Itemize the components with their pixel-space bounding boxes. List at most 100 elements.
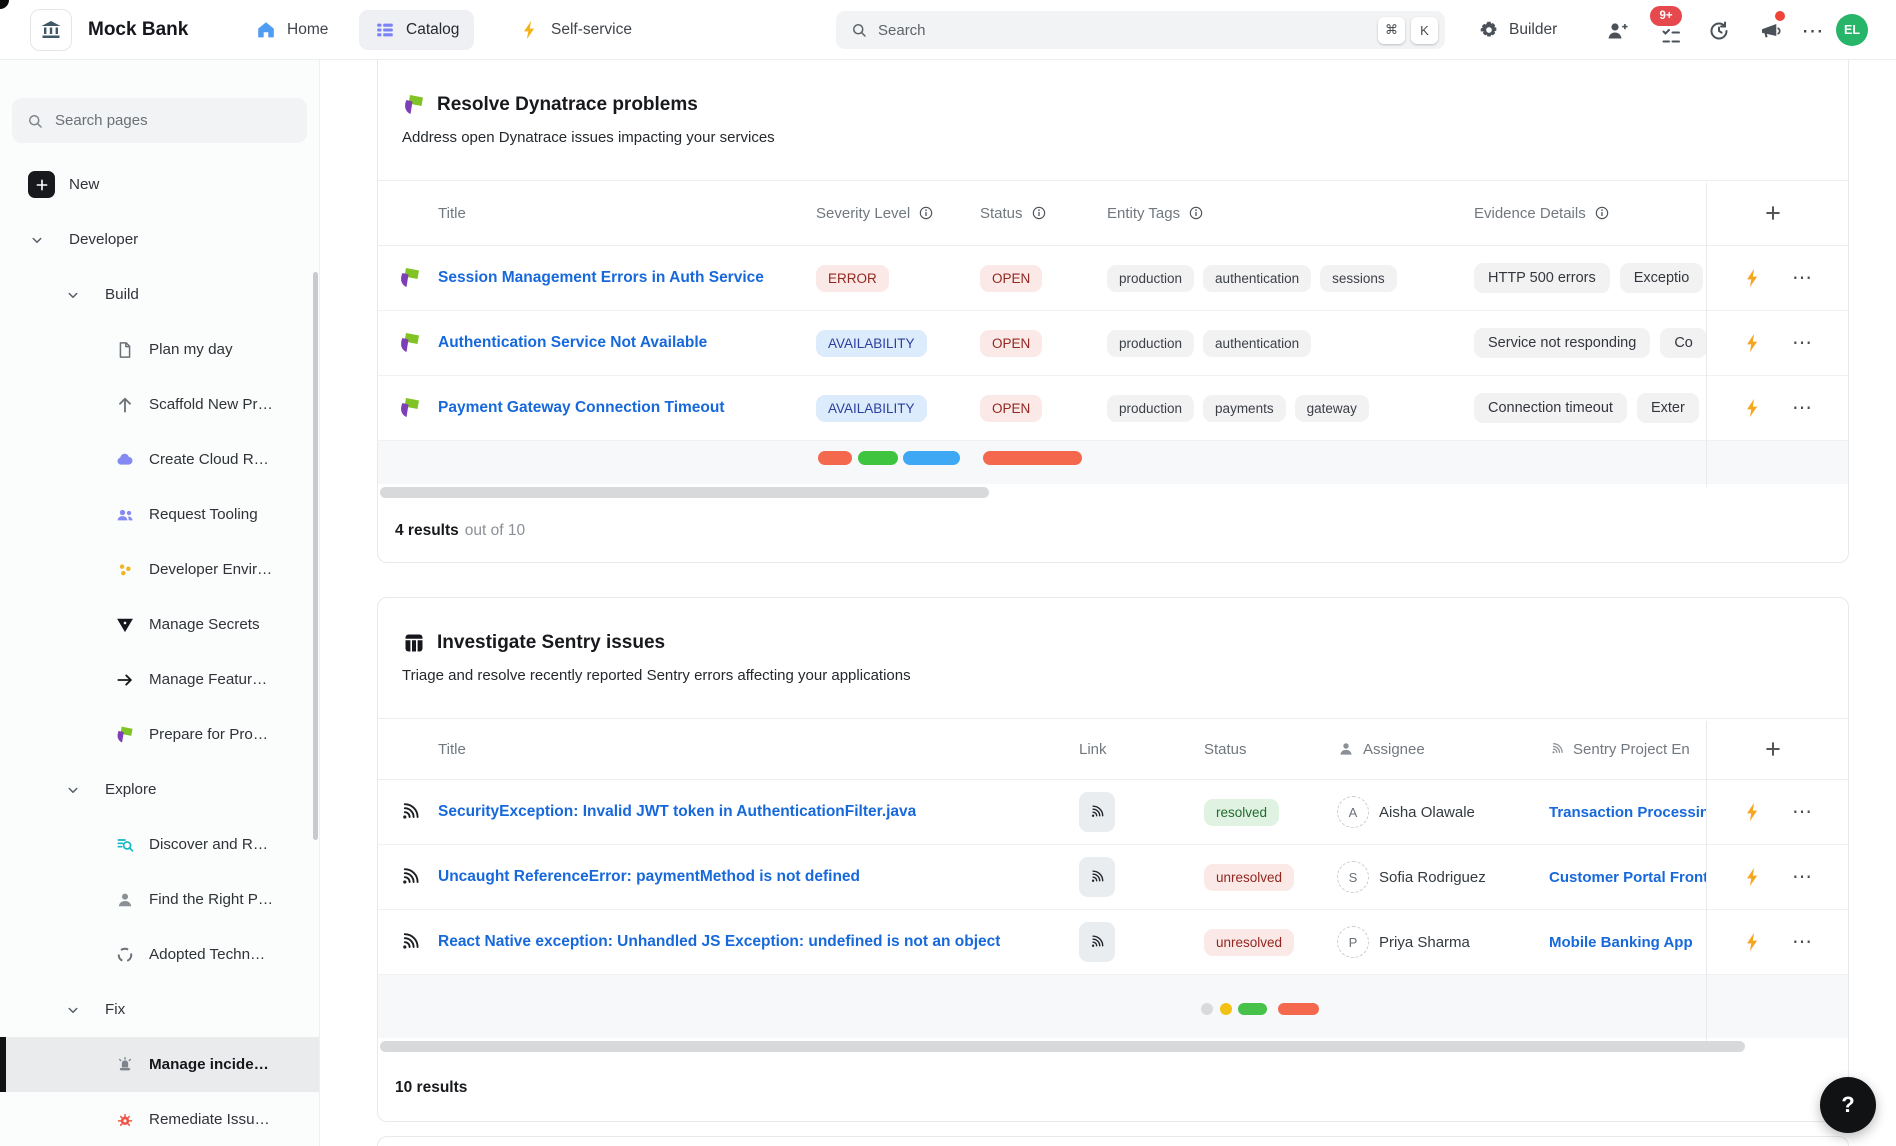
catalog-icon	[374, 19, 396, 41]
builder-button[interactable]: Builder	[1478, 14, 1557, 46]
col-link: Link	[1079, 741, 1107, 758]
sidebar-item-adopted-tech[interactable]: Adopted Techn…	[0, 927, 319, 982]
table-row[interactable]: Payment Gateway Connection Timeout AVAIL…	[378, 376, 1848, 441]
avatar[interactable]: EL	[1836, 14, 1868, 46]
col-title: Title	[438, 205, 466, 222]
add-column-button[interactable]	[1763, 739, 1783, 759]
run-action-icon[interactable]	[1742, 866, 1764, 888]
tab-home[interactable]: Home	[240, 10, 343, 50]
sidebar-group-explore[interactable]: Explore	[0, 762, 319, 817]
row-title-link[interactable]: Authentication Service Not Available	[438, 334, 707, 352]
sidebar-item-create-cloud[interactable]: Create Cloud R…	[0, 432, 319, 487]
run-action-icon[interactable]	[1742, 801, 1764, 823]
sidebar-new-button[interactable]: New	[0, 157, 319, 212]
entity-tag: production	[1107, 265, 1194, 292]
row-menu-button[interactable]: ⋯	[1792, 932, 1814, 952]
sidebar-group-build[interactable]: Build	[0, 267, 319, 322]
sidebar-item-developer-env[interactable]: Developer Envir…	[0, 542, 319, 597]
bug-icon	[115, 1110, 135, 1130]
row-title-link[interactable]: SecurityException: Invalid JWT token in …	[438, 803, 916, 821]
assignee-avatar: A	[1337, 796, 1369, 828]
row-title-link[interactable]: Session Management Errors in Auth Servic…	[438, 269, 764, 287]
partial-row-strip	[378, 975, 1848, 1038]
sidebar-search-input[interactable]	[55, 112, 293, 129]
sidebar-item-scaffold[interactable]: Scaffold New Pr…	[0, 377, 319, 432]
project-link[interactable]: Mobile Banking App	[1549, 934, 1693, 951]
table-row[interactable]: Uncaught ReferenceError: paymentMethod i…	[378, 845, 1848, 910]
sidebar-item-request-tooling[interactable]: Request Tooling	[0, 487, 319, 542]
search-icon	[26, 112, 44, 130]
sidebar-item-discover[interactable]: Discover and R…	[0, 817, 319, 872]
horizontal-scrollbar	[378, 1038, 1848, 1056]
col-assignee: Assignee	[1363, 741, 1425, 758]
brand-logo[interactable]	[30, 9, 72, 51]
row-title-link[interactable]: Uncaught ReferenceError: paymentMethod i…	[438, 868, 860, 886]
sentry-card-header: Investigate Sentry issues Triage and res…	[378, 598, 1848, 684]
sidebar-item-manage-secrets[interactable]: Manage Secrets	[0, 597, 319, 652]
sentry-link-button[interactable]	[1079, 857, 1115, 897]
row-title-link[interactable]: Payment Gateway Connection Timeout	[438, 399, 725, 417]
history-button[interactable]	[1706, 18, 1732, 44]
run-action-icon[interactable]	[1742, 397, 1764, 419]
tab-catalog[interactable]: Catalog	[359, 10, 474, 50]
tab-self-service[interactable]: Self-service	[504, 10, 647, 50]
sidebar-item-prepare-pro[interactable]: Prepare for Pro…	[0, 707, 319, 762]
checklist-icon	[1659, 25, 1683, 49]
run-action-icon[interactable]	[1742, 332, 1764, 354]
run-action-icon[interactable]	[1742, 931, 1764, 953]
sidebar-item-find-right[interactable]: Find the Right P…	[0, 872, 319, 927]
sentry-link-button[interactable]	[1079, 792, 1115, 832]
table-row[interactable]: SecurityException: Invalid JWT token in …	[378, 780, 1848, 845]
row-title-link[interactable]: React Native exception: Unhandled JS Exc…	[438, 933, 1000, 951]
sentry-icon	[398, 800, 422, 824]
sidebar-item-manage-incidents[interactable]: Manage incide…	[0, 1037, 319, 1092]
info-icon[interactable]	[918, 205, 934, 221]
sidebar-item-remediate[interactable]: Remediate Issu…	[0, 1092, 319, 1146]
table-row[interactable]: Authentication Service Not Available AVA…	[378, 311, 1848, 376]
sidebar-item-manage-feature[interactable]: Manage Featur…	[0, 652, 319, 707]
search-input[interactable]	[878, 22, 1372, 39]
scrollbar-thumb[interactable]	[380, 487, 989, 498]
table-row[interactable]: Session Management Errors in Auth Servic…	[378, 246, 1848, 311]
announcements-button[interactable]	[1757, 18, 1783, 44]
entity-tag: payments	[1203, 395, 1286, 422]
row-menu-button[interactable]: ⋯	[1792, 398, 1814, 418]
sidebar-group-fix[interactable]: Fix	[0, 982, 319, 1037]
bank-icon	[39, 18, 63, 42]
brand-name: Mock Bank	[88, 19, 188, 41]
assignee-name: Sofia Rodriguez	[1379, 869, 1486, 886]
col-evidence: Evidence Details	[1474, 205, 1586, 222]
tasks-button[interactable]	[1658, 24, 1684, 50]
row-menu-button[interactable]: ⋯	[1792, 867, 1814, 887]
help-button[interactable]: ?	[1820, 1077, 1876, 1133]
decorative-dot	[1238, 1003, 1267, 1015]
add-column-button[interactable]	[1763, 203, 1783, 223]
info-icon[interactable]	[1594, 205, 1610, 221]
project-link[interactable]: Customer Portal Front	[1549, 869, 1706, 886]
sentry-link-button[interactable]	[1079, 922, 1115, 962]
table-row[interactable]: React Native exception: Unhandled JS Exc…	[378, 910, 1848, 975]
status-badge: OPEN	[980, 395, 1042, 422]
severity-badge: AVAILABILITY	[816, 330, 927, 357]
row-menu-button[interactable]: ⋯	[1792, 333, 1814, 353]
sidebar-search[interactable]	[12, 98, 307, 143]
sidebar-item-plan-my-day[interactable]: Plan my day	[0, 322, 319, 377]
run-action-icon[interactable]	[1742, 267, 1764, 289]
sidebar: New Developer Build Plan my day Scaffold…	[0, 60, 320, 1146]
invite-user-button[interactable]	[1604, 18, 1630, 44]
scrollbar-thumb[interactable]	[380, 1041, 1745, 1052]
k-key: K	[1411, 17, 1438, 44]
more-menu-button[interactable]: ⋯	[1800, 18, 1826, 44]
global-search[interactable]: ⌘ K	[836, 11, 1445, 49]
project-link[interactable]: Transaction Processin	[1549, 804, 1706, 821]
tab-home-label: Home	[287, 21, 328, 39]
row-menu-button[interactable]: ⋯	[1792, 802, 1814, 822]
sidebar-scrollbar[interactable]	[313, 272, 318, 840]
row-menu-button[interactable]: ⋯	[1792, 268, 1814, 288]
severity-badge: ERROR	[816, 265, 889, 292]
info-icon[interactable]	[1031, 205, 1047, 221]
status-badge: unresolved	[1204, 929, 1294, 956]
info-icon[interactable]	[1188, 205, 1204, 221]
entity-tag: sessions	[1320, 265, 1397, 292]
sidebar-group-developer[interactable]: Developer	[0, 212, 319, 267]
